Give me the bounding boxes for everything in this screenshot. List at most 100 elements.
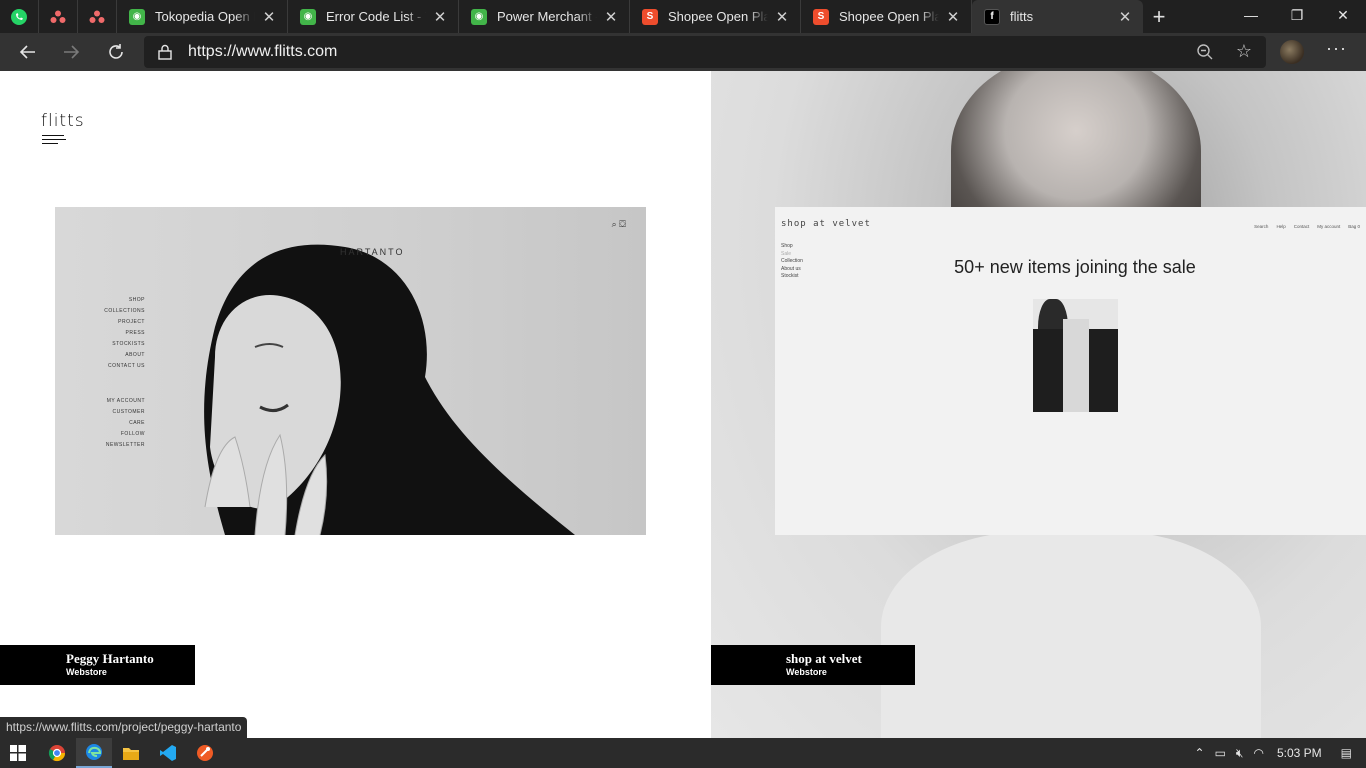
project-preview-shop-at-velvet[interactable]: shop at velvet Search Help Contact My ac… [775,207,1366,535]
chevron-up-icon[interactable]: ⌃ [1190,746,1210,760]
tab-shopee-open-platform-1[interactable]: S Shopee Open Platfo ✕ [630,0,801,33]
tab-title: Shopee Open Platfo [839,9,939,24]
pinned-tab-whatsapp[interactable] [0,0,39,33]
close-tab-icon[interactable]: ✕ [603,8,619,26]
notifications-icon[interactable]: ▤ [1336,746,1366,760]
preview-menu-item: FOLLOW [120,431,145,437]
preview-menu-item: MY ACCOUNT [106,398,145,404]
hamburger-menu-icon[interactable] [42,135,66,147]
site-logo[interactable]: flitts [41,111,85,131]
preview-brand-name: shop at velvet [781,219,871,229]
taskbar-postman[interactable] [187,738,223,768]
system-tray: ⌃ ▭ 🔇︎ ◠ 5:03 PM ▤ [1190,738,1366,768]
tab-title: Shopee Open Platfo [668,9,768,24]
zoom-icon[interactable] [1196,43,1214,61]
close-tab-icon[interactable]: ✕ [261,8,277,26]
preview-menu-item: CUSTOMER CARE [112,409,145,426]
tokopedia-icon: ◉ [300,8,316,25]
project-type: Webstore [66,667,107,677]
project-type: Webstore [786,667,827,677]
volume-muted-icon[interactable]: 🔇︎ [1231,746,1249,761]
windows-start-icon [10,745,26,761]
project-caption-shop-at-velvet[interactable]: shop at velvet Webstore [711,645,915,685]
asana-icon [89,10,105,23]
favorite-star-icon[interactable]: ☆ [1236,41,1252,62]
shopee-icon: S [813,8,829,25]
close-tab-icon[interactable]: ✕ [1117,8,1133,26]
taskbar-file-explorer[interactable] [113,738,149,768]
project-preview-peggy-hartanto[interactable]: HARTANTO ⌕ ⛋ SHOP COLLECTIONS PROJECT PR… [55,207,646,535]
edge-icon [86,744,102,760]
tab-tokopedia-open-platform[interactable]: ◉ Tokopedia Open Pla ✕ [117,0,288,33]
project-name: Peggy Hartanto [66,651,154,666]
tokopedia-icon: ◉ [471,8,487,25]
tab-error-code-list[interactable]: ◉ Error Code List - Tok ✕ [288,0,459,33]
taskbar-chrome[interactable] [39,738,75,768]
page-content: flitts HARTANTO ⌕ ⛋ SHOP COLLECTIONS PRO… [0,71,1366,738]
tokopedia-icon: ◉ [129,8,145,25]
arrow-right-icon [64,45,80,59]
taskbar-vscode[interactable] [150,738,186,768]
close-window-button[interactable]: ✕ [1320,0,1366,30]
shopee-icon: S [642,8,658,25]
project-name: shop at velvet [786,651,862,666]
preview-menu-item: NEWSLETTER [105,442,145,448]
tab-flitts[interactable]: f flitts ✕ [972,0,1143,33]
preview-nav-item: Search [1254,224,1269,229]
preview-menu-item: PRESS [125,330,145,336]
pinned-tab-asana-1[interactable] [39,0,78,33]
preview-nav-item: Bag 0 [1348,224,1360,229]
preview-brand-name: HARTANTO [340,247,405,257]
arrow-left-icon [19,45,35,59]
background-figure-image [881,531,1261,738]
preview-product-image [1033,299,1118,412]
left-pane: flitts HARTANTO ⌕ ⛋ SHOP COLLECTIONS PRO… [0,71,711,738]
wifi-icon[interactable]: ◠ [1248,746,1268,760]
battery-icon[interactable]: ▭ [1210,746,1231,760]
minimize-button[interactable]: — [1228,0,1274,30]
tab-power-merchant[interactable]: ◉ Power Merchant - F ✕ [459,0,630,33]
preview-nav-item: Contact [1293,224,1310,229]
tab-strip: ◉ Tokopedia Open Pla ✕ ◉ Error Code List… [0,0,1366,33]
forward-button[interactable] [56,37,86,67]
profile-avatar[interactable] [1280,40,1304,64]
refresh-button[interactable] [101,37,131,67]
settings-menu-button[interactable]: ··· [1326,38,1347,59]
restore-button[interactable]: ❐ [1274,0,1320,30]
preview-menu-item: PROJECT [118,319,145,325]
tab-title: Tokopedia Open Pla [155,9,255,24]
pinned-tab-asana-2[interactable] [78,0,117,33]
close-tab-icon[interactable]: ✕ [432,8,448,26]
whatsapp-icon [11,8,27,25]
preview-top-nav: Search Help Contact My account Bag 0 [1254,224,1360,229]
preview-menu-item: ABOUT [125,352,145,358]
url-text[interactable]: https://www.flitts.com [188,43,337,61]
project-caption-peggy-hartanto[interactable]: Peggy Hartanto Webstore [0,645,195,685]
preview-nav-item: My account [1317,224,1341,229]
window-controls: — ❐ ✕ [1228,0,1366,30]
chrome-icon [48,745,66,762]
lock-icon [158,44,172,60]
flitts-icon: f [984,8,1000,25]
back-button[interactable] [13,37,43,67]
close-tab-icon[interactable]: ✕ [945,8,961,26]
preview-headline: 50+ new items joining the sale [954,257,1196,277]
new-tab-button[interactable]: + [1143,0,1175,33]
browser-toolbar: https://www.flitts.com ☆ ··· [0,33,1366,71]
preview-menu: SHOP COLLECTIONS PROJECT PRESS STOCKISTS… [95,295,145,451]
preview-menu-item: COLLECTIONS [104,308,145,314]
windows-taskbar: ⌃ ▭ 🔇︎ ◠ 5:03 PM ▤ [0,738,1366,768]
tab-shopee-open-platform-2[interactable]: S Shopee Open Platfo ✕ [801,0,972,33]
preview-search-bag-icons: ⌕ ⛋ [611,219,626,229]
close-tab-icon[interactable]: ✕ [774,8,790,26]
address-bar[interactable]: https://www.flitts.com ☆ [144,36,1266,68]
refresh-icon [109,44,123,59]
file-explorer-icon [123,748,139,760]
taskbar-edge[interactable] [76,738,112,768]
tab-title: flitts [1010,9,1034,24]
tab-title: Error Code List - Tok [326,9,426,24]
start-button[interactable] [0,738,36,768]
clock-time[interactable]: 5:03 PM [1269,746,1336,760]
preview-menu-item: CONTACT US [107,363,145,369]
preview-menu-item: STOCKISTS [112,341,145,347]
